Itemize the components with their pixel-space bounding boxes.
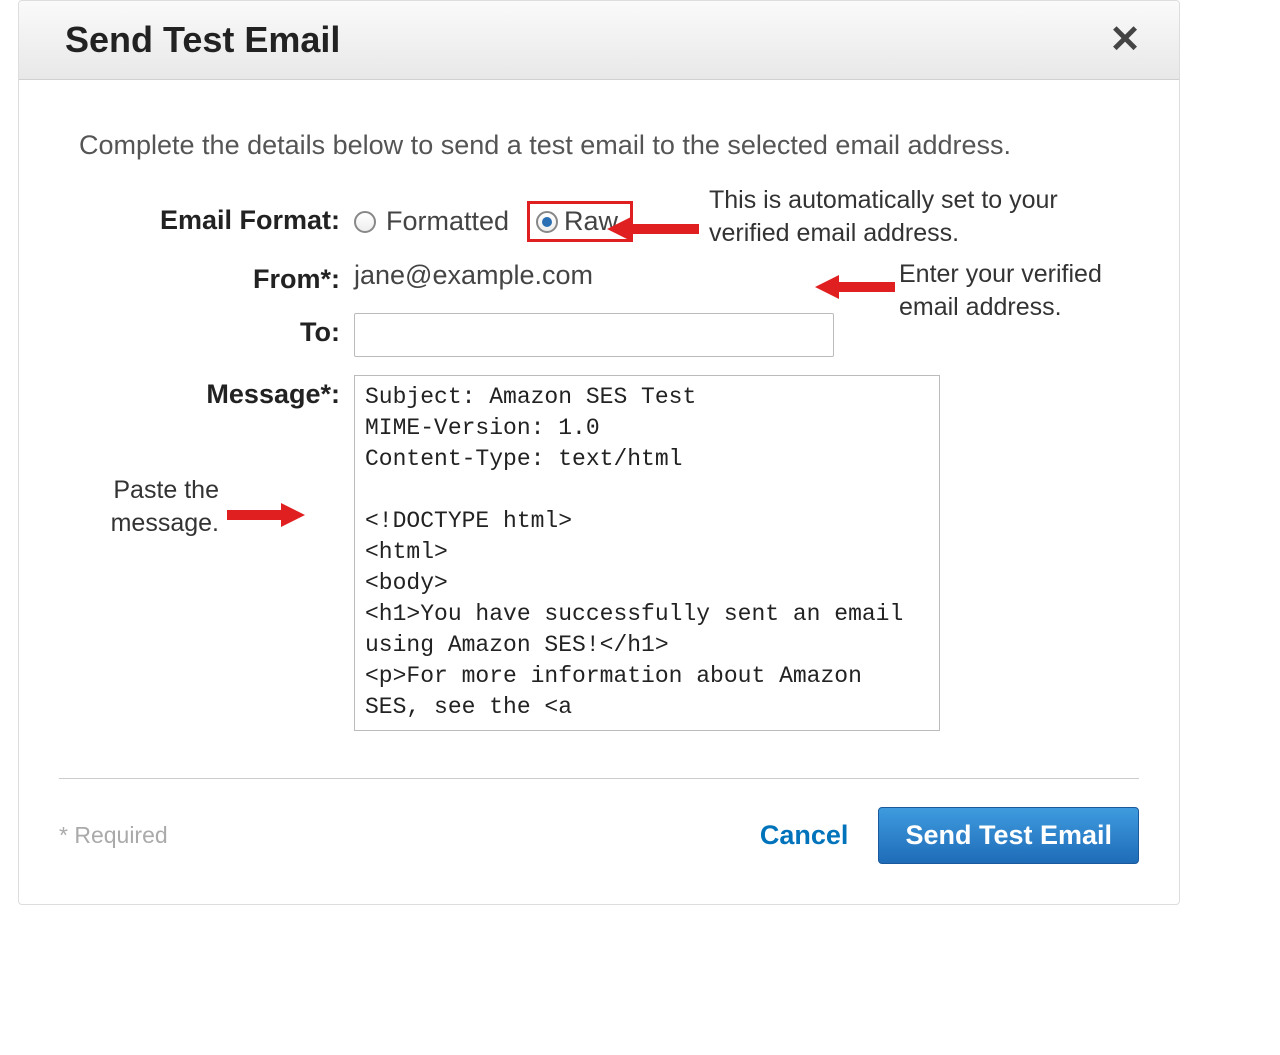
cancel-button[interactable]: Cancel — [760, 820, 849, 851]
dialog-footer: * Required Cancel Send Test Email — [59, 778, 1139, 904]
raw-highlight-box: Raw — [527, 201, 633, 242]
close-icon[interactable]: ✕ — [1109, 21, 1141, 59]
label-email-format: Email Format: — [59, 201, 354, 236]
radio-formatted[interactable] — [354, 211, 376, 233]
dialog-body: Complete the details below to send a tes… — [19, 80, 1179, 738]
message-value-col — [354, 375, 940, 738]
email-format-radio-group: Formatted Raw — [354, 201, 633, 242]
send-test-email-dialog: Send Test Email ✕ Complete the details b… — [18, 0, 1180, 905]
required-note: * Required — [59, 822, 168, 849]
intro-text: Complete the details below to send a tes… — [79, 130, 1139, 161]
send-test-email-button[interactable]: Send Test Email — [878, 807, 1139, 864]
radio-raw-label: Raw — [564, 206, 618, 237]
from-value: jane@example.com — [354, 260, 593, 291]
callout-to: Enter your verified email address. — [899, 258, 1159, 323]
dialog-header: Send Test Email ✕ — [19, 1, 1179, 80]
dialog-title: Send Test Email — [65, 19, 340, 61]
footer-buttons: Cancel Send Test Email — [760, 807, 1139, 864]
row-message: Message*: — [59, 375, 1139, 738]
callout-from: This is automatically set to your verifi… — [709, 184, 1119, 249]
label-message: Message*: — [59, 375, 354, 410]
to-value-col — [354, 313, 834, 357]
radio-formatted-label: Formatted — [386, 206, 509, 237]
label-from: From*: — [59, 260, 354, 295]
message-textarea[interactable] — [354, 375, 940, 731]
radio-raw[interactable] — [536, 211, 558, 233]
label-to: To: — [59, 313, 354, 348]
callout-message: Paste the message. — [59, 474, 219, 539]
to-input[interactable] — [354, 313, 834, 357]
